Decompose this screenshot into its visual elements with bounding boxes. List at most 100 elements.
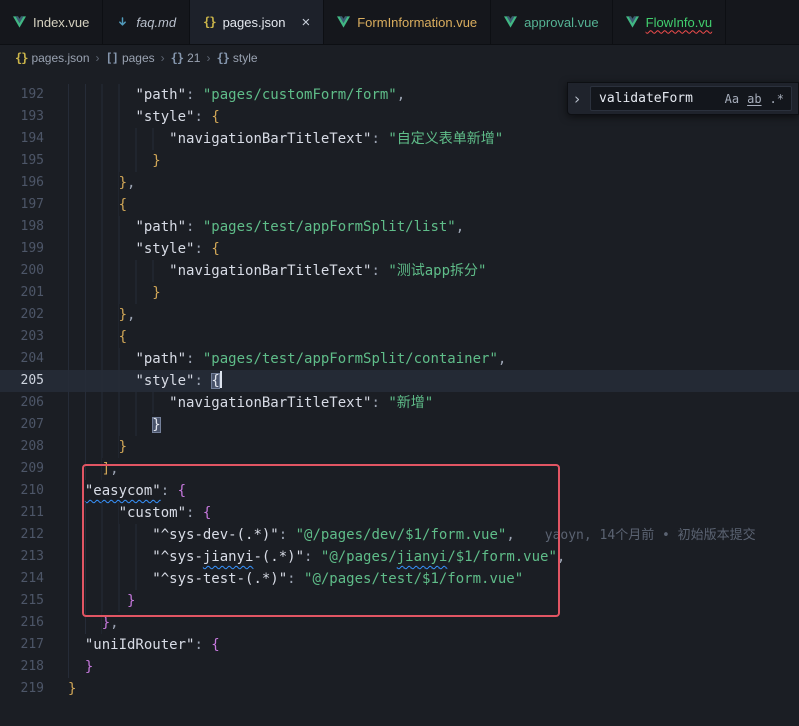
tab-flowinfo-vu[interactable]: FlowInfo.vu: [613, 0, 726, 44]
find-query: validateForm: [599, 91, 720, 106]
code-area: 192 "path": "pages/customForm/form",193 …: [0, 84, 799, 700]
code-token: -(.*)": [253, 549, 304, 565]
code-token: :: [371, 395, 388, 411]
line-number: 212: [0, 524, 44, 546]
code-token: "pages/test/appFormSplit/container": [203, 351, 498, 367]
whole-word-toggle[interactable]: ab: [744, 90, 764, 108]
code-line[interactable]: 208 }: [0, 436, 799, 458]
code-token: [68, 172, 119, 194]
line-number: 208: [0, 436, 44, 458]
code-token: [68, 128, 169, 150]
code-line[interactable]: 194 "navigationBarTitleText": "自定义表单新增": [0, 128, 799, 150]
code-line[interactable]: 216 },: [0, 612, 799, 634]
code-line[interactable]: 202 },: [0, 304, 799, 326]
code-token: ]: [102, 461, 110, 477]
code-token: [68, 84, 135, 106]
tab-index-vue[interactable]: Index.vue: [0, 0, 103, 44]
tab-pages-json[interactable]: {}pages.json×: [190, 0, 324, 44]
code-token: }: [127, 593, 135, 609]
breadcrumb-item-21[interactable]: {} 21: [171, 51, 201, 65]
code-line[interactable]: 210 "easycom": {: [0, 480, 799, 502]
code-text: "navigationBarTitleText": "自定义表单新增": [44, 128, 503, 150]
code-token: /$1/form.vue": [447, 549, 557, 565]
code-text: "navigationBarTitleText": "新增": [44, 392, 433, 414]
code-text: "uniIdRouter": {: [44, 634, 220, 656]
code-line[interactable]: 205 "style": {: [0, 370, 799, 392]
tab-forminformation-vue[interactable]: FormInformation.vue: [324, 0, 491, 44]
code-line[interactable]: 207 }: [0, 414, 799, 436]
code-line[interactable]: 214 "^sys-test-(.*)": "@/pages/test/$1/f…: [0, 568, 799, 590]
code-line[interactable]: 196 },: [0, 172, 799, 194]
code-text: }: [44, 150, 161, 172]
code-text: },: [44, 304, 135, 326]
code-token: [68, 568, 152, 590]
regex-toggle[interactable]: .*: [767, 90, 787, 108]
line-number: 219: [0, 678, 44, 700]
line-number: 195: [0, 150, 44, 172]
code-token: [68, 370, 135, 392]
breadcrumb-separator: ›: [206, 51, 210, 65]
line-number: 204: [0, 348, 44, 370]
match-case-toggle[interactable]: Aa: [722, 90, 742, 108]
line-number: 193: [0, 106, 44, 128]
line-number: 194: [0, 128, 44, 150]
breadcrumb-separator: ›: [161, 51, 165, 65]
tab-approval-vue[interactable]: approval.vue: [491, 0, 612, 44]
code-token: {: [211, 109, 219, 125]
tab-label: pages.json: [223, 15, 286, 30]
code-line[interactable]: 211 "custom": {: [0, 502, 799, 524]
code-token: [68, 634, 85, 656]
line-number: 209: [0, 458, 44, 480]
breadcrumb-item-pages-json[interactable]: {}pages.json: [15, 51, 90, 65]
code-token: "@/pages/dev/$1/form.vue": [296, 527, 507, 543]
code-token: "style": [135, 109, 194, 125]
code-line[interactable]: 204 "path": "pages/test/appFormSplit/con…: [0, 348, 799, 370]
breadcrumb-item-style[interactable]: {}style: [216, 51, 257, 65]
code-token: "pages/test/appFormSplit/list": [203, 219, 456, 235]
code-line[interactable]: 212 "^sys-dev-(.*)": "@/pages/dev/$1/for…: [0, 524, 799, 546]
object-symbol-icon: {}: [171, 51, 183, 65]
code-token: [68, 524, 152, 546]
code-token: [68, 436, 119, 458]
code-token: [68, 414, 152, 436]
code-line[interactable]: 203 {: [0, 326, 799, 348]
code-token: [68, 656, 85, 678]
code-token: "@/pages/test/$1/form.vue": [304, 571, 523, 587]
code-text: },: [44, 172, 135, 194]
code-text: }: [44, 656, 93, 678]
code-line[interactable]: 198 "path": "pages/test/appFormSplit/lis…: [0, 216, 799, 238]
breadcrumb: {}pages.json›[]pages›{}21›{}style: [0, 45, 799, 71]
code-line[interactable]: 199 "style": {: [0, 238, 799, 260]
code-line[interactable]: 209 ],: [0, 458, 799, 480]
code-token: "^sys-test-(.*)": [152, 571, 287, 587]
code-token: "easycom": [85, 483, 161, 499]
breadcrumb-item-pages[interactable]: []pages: [106, 51, 155, 65]
breadcrumb-label: 21: [187, 51, 200, 65]
code-line[interactable]: 219}: [0, 678, 799, 700]
markdown-icon: [116, 16, 129, 29]
code-line[interactable]: 215 }: [0, 590, 799, 612]
code-token: "pages/customForm/form": [203, 87, 397, 103]
code-line[interactable]: 218 }: [0, 656, 799, 678]
code-line[interactable]: 213 "^sys-jianyi-(.*)": "@/pages/jianyi/…: [0, 546, 799, 568]
code-token: [68, 458, 102, 480]
toggle-replace-button[interactable]: ›: [570, 90, 584, 108]
code-line[interactable]: 197 {: [0, 194, 799, 216]
code-line[interactable]: 195 }: [0, 150, 799, 172]
json-symbol-icon: {}: [15, 51, 27, 65]
find-input[interactable]: validateForm Aa ab .*: [590, 86, 792, 111]
vue-icon: [504, 16, 517, 28]
line-number: 200: [0, 260, 44, 282]
tab-faq-md[interactable]: faq.md: [103, 0, 190, 44]
code-token: :: [194, 373, 211, 389]
code-token: }: [119, 439, 127, 455]
code-token: {: [119, 329, 127, 345]
code-line[interactable]: 201 }: [0, 282, 799, 304]
code-token: [68, 106, 135, 128]
code-line[interactable]: 217 "uniIdRouter": {: [0, 634, 799, 656]
code-text: }: [44, 282, 161, 304]
code-line[interactable]: 200 "navigationBarTitleText": "测试app拆分": [0, 260, 799, 282]
code-line[interactable]: 206 "navigationBarTitleText": "新增": [0, 392, 799, 414]
close-icon[interactable]: ×: [301, 15, 310, 30]
line-number: 217: [0, 634, 44, 656]
